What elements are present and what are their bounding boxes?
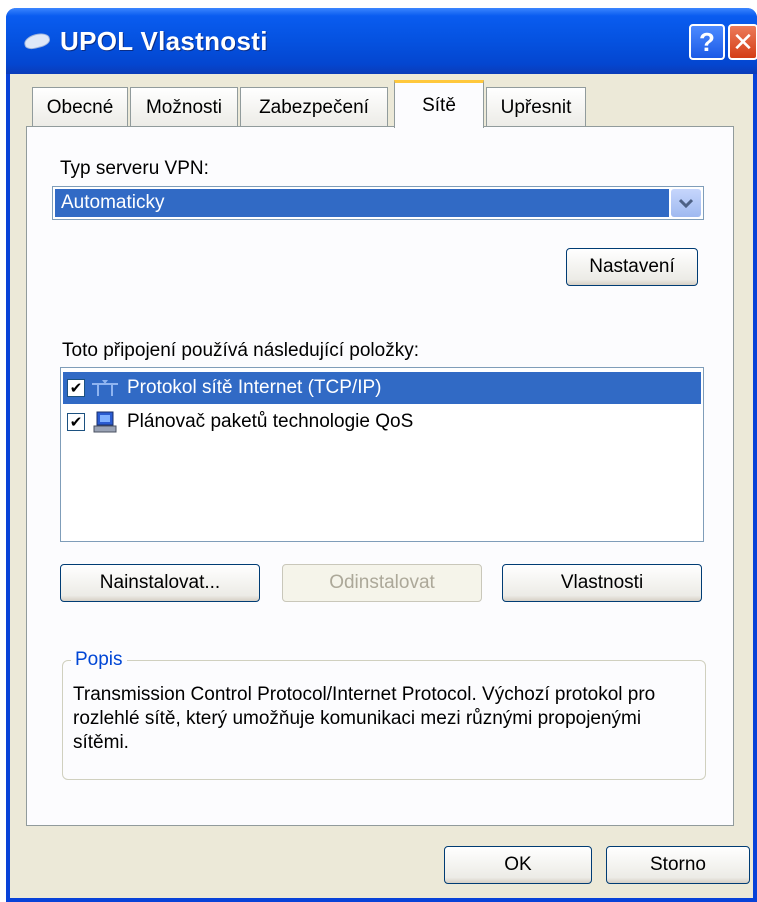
- tab-zabezpeceni[interactable]: Zabezpečení: [240, 87, 388, 127]
- title-bar[interactable]: UPOL Vlastnosti ? ✕: [6, 8, 757, 74]
- install-button[interactable]: Nainstalovat...: [60, 564, 260, 602]
- components-list[interactable]: ✔ Protokol sítě Internet (TCP/IP) ✔ Plán…: [60, 367, 704, 542]
- window-title: UPOL Vlastnosti: [60, 26, 268, 56]
- connection-icon: [22, 30, 52, 52]
- uninstall-button[interactable]: Odinstalovat: [282, 564, 482, 602]
- description-legend: Popis: [71, 649, 127, 671]
- tab-site[interactable]: Sítě: [394, 80, 484, 128]
- network-protocol-icon: [89, 376, 121, 400]
- list-item-label: Protokol sítě Internet (TCP/IP): [127, 377, 382, 398]
- ok-button[interactable]: OK: [444, 846, 592, 884]
- properties-button[interactable]: Vlastnosti: [502, 564, 702, 602]
- cancel-button[interactable]: Storno: [606, 846, 750, 884]
- settings-button[interactable]: Nastavení: [566, 248, 698, 286]
- chevron-down-icon[interactable]: [671, 189, 701, 217]
- description-group: Popis Transmission Control Protocol/Inte…: [62, 649, 706, 780]
- close-button[interactable]: ✕: [728, 24, 757, 60]
- tab-upresnit[interactable]: Upřesnit: [486, 87, 586, 127]
- description-text: Transmission Control Protocol/Internet P…: [73, 684, 656, 753]
- checkbox-qos[interactable]: ✔: [67, 413, 85, 431]
- vpn-type-selected-value: Automaticky: [55, 189, 669, 217]
- vpn-type-select[interactable]: Automaticky: [52, 186, 704, 220]
- help-button[interactable]: ?: [689, 24, 725, 60]
- vpn-type-label: Typ serveru VPN:: [60, 158, 209, 179]
- tab-obecne[interactable]: Obecné: [32, 87, 128, 127]
- tab-moznosti[interactable]: Možnosti: [130, 87, 238, 127]
- computer-service-icon: [89, 410, 121, 434]
- components-label: Toto připojení používá následující polož…: [62, 340, 419, 361]
- list-item-qos[interactable]: ✔ Plánovač paketů technologie QoS: [63, 406, 701, 438]
- checkbox-tcpip[interactable]: ✔: [67, 379, 85, 397]
- list-item-tcpip[interactable]: ✔ Protokol sítě Internet (TCP/IP): [63, 372, 701, 404]
- list-item-label: Plánovač paketů technologie QoS: [127, 411, 414, 432]
